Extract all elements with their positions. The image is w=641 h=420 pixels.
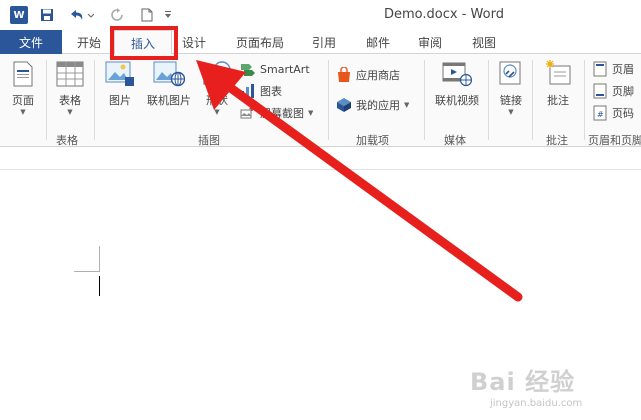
- svg-text:#: #: [597, 110, 604, 119]
- link-icon: [495, 58, 527, 90]
- new-document-icon[interactable]: [138, 6, 156, 24]
- chevron-down-icon: ▼: [404, 101, 410, 109]
- chevron-down-icon: ▼: [67, 108, 73, 116]
- header-button[interactable]: 页眉: [592, 60, 634, 78]
- group-label-addins: 加载项: [356, 134, 389, 147]
- online-picture-icon: [153, 58, 185, 90]
- page-button[interactable]: 页面 ▼: [4, 58, 42, 116]
- my-apps-icon: [336, 97, 352, 113]
- link-button[interactable]: 链接 ▼: [492, 58, 530, 116]
- undo-icon[interactable]: [66, 6, 96, 24]
- group-separator: [46, 60, 47, 140]
- watermark-logo: Bai 经验: [470, 368, 576, 396]
- word-app-icon[interactable]: W: [10, 6, 28, 24]
- tab-review[interactable]: 审阅: [408, 30, 452, 54]
- table-icon: [54, 58, 86, 90]
- chevron-down-icon: ▼: [508, 108, 514, 116]
- save-icon[interactable]: [38, 6, 56, 24]
- tab-mailings[interactable]: 邮件: [356, 30, 400, 54]
- screenshot-icon: [240, 105, 256, 121]
- watermark-url: jingyan.baidu.com: [490, 398, 583, 409]
- page-number-icon: #: [592, 105, 608, 121]
- redo-icon[interactable]: [108, 6, 126, 24]
- ribbon-tab-row: 文件 开始 插入 设计 页面布局 引用 邮件 审阅 视图: [0, 30, 641, 55]
- tab-view[interactable]: 视图: [460, 30, 508, 54]
- pictures-button[interactable]: 图片: [100, 58, 140, 108]
- smartart-icon: [240, 61, 256, 77]
- page-icon: [7, 58, 39, 90]
- group-label-tables: 表格: [56, 134, 78, 147]
- comment-button[interactable]: 批注: [536, 58, 580, 108]
- window-title: Demo.docx - Word: [384, 7, 504, 22]
- smartart-button[interactable]: SmartArt: [240, 60, 310, 78]
- chevron-down-icon: ▼: [214, 108, 220, 116]
- store-icon: [336, 67, 352, 83]
- group-separator: [94, 60, 95, 140]
- online-video-icon: [441, 58, 473, 90]
- chart-button[interactable]: 图表: [240, 82, 282, 100]
- group-label-illustrations: 插图: [198, 134, 220, 147]
- online-pictures-button[interactable]: 联机图片: [142, 58, 196, 108]
- insert-tab-highlight-box: [110, 26, 178, 60]
- group-separator: [488, 60, 489, 140]
- tab-references[interactable]: 引用: [302, 30, 346, 54]
- picture-icon: [104, 58, 136, 90]
- ruler-area: [0, 148, 641, 170]
- margin-corner-mark: [74, 271, 100, 272]
- my-apps-button[interactable]: 我的应用 ▼: [336, 96, 409, 114]
- tab-home[interactable]: 开始: [66, 30, 112, 54]
- footer-icon: [592, 83, 608, 99]
- customize-caret-icon[interactable]: [162, 6, 174, 24]
- ribbon-insert: 页面 ▼ 表格 ▼ 表格 图片 联机图片 形状 ▼ SmartArt 图表 屏幕…: [0, 54, 641, 147]
- screenshot-button[interactable]: 屏幕截图 ▼: [240, 104, 313, 122]
- chevron-down-icon: ▼: [308, 109, 314, 117]
- tab-design[interactable]: 设计: [174, 30, 214, 54]
- watermark: Bai 经验: [470, 362, 575, 397]
- group-label-comments: 批注: [546, 134, 568, 147]
- shapes-icon: [201, 58, 233, 90]
- text-cursor: [99, 276, 100, 296]
- online-video-button[interactable]: 联机视频: [430, 58, 484, 108]
- store-button[interactable]: 应用商店: [336, 66, 400, 84]
- chart-icon: [240, 83, 256, 99]
- group-separator: [328, 60, 329, 140]
- group-separator: [424, 60, 425, 140]
- chevron-down-icon: ▼: [20, 108, 26, 116]
- tab-page-layout[interactable]: 页面布局: [226, 30, 294, 54]
- footer-button[interactable]: 页脚: [592, 82, 634, 100]
- comment-icon: [542, 58, 574, 90]
- group-label-header-footer: 页眉和页脚: [588, 134, 641, 147]
- tab-file[interactable]: 文件: [0, 30, 62, 54]
- table-button[interactable]: 表格 ▼: [52, 58, 88, 116]
- group-separator: [584, 60, 585, 140]
- header-icon: [592, 61, 608, 77]
- group-label-media: 媒体: [444, 134, 466, 147]
- margin-corner-mark: [99, 246, 100, 272]
- group-separator: [532, 60, 533, 140]
- page-number-button[interactable]: # 页码: [592, 104, 634, 122]
- title-bar: W Demo.docx - Word: [0, 0, 641, 30]
- shapes-button[interactable]: 形状 ▼: [198, 58, 236, 116]
